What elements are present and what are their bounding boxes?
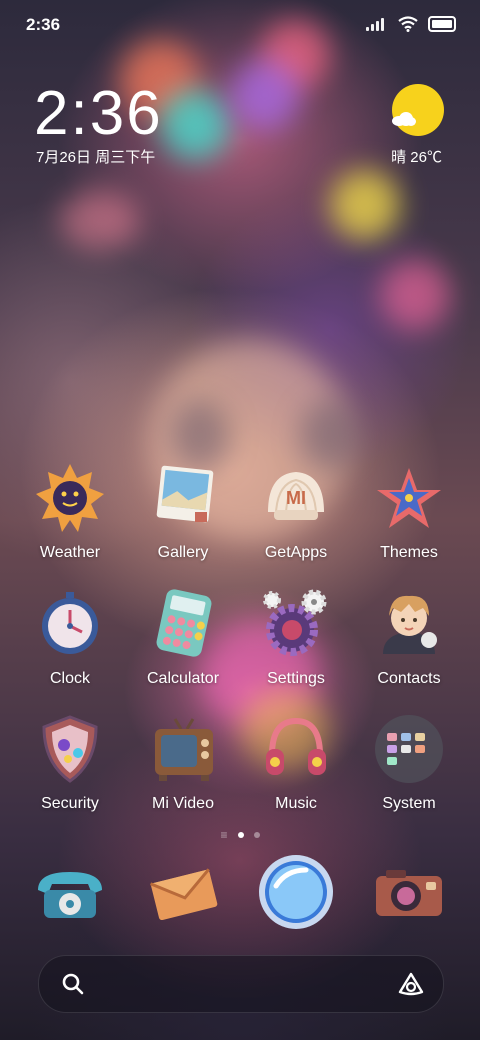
app-music[interactable]: Music (240, 713, 352, 813)
app-label: Mi Video (152, 795, 214, 812)
app-label: Weather (39, 544, 101, 561)
clock-widget-date: 7月26日 周三下午 (36, 149, 156, 166)
menu-lines-icon: ≡ (220, 828, 228, 842)
app-label: GetApps (264, 544, 328, 561)
security-shield-icon (34, 713, 106, 785)
search-bar[interactable] (38, 955, 444, 1013)
getapps-shell-icon: MI (260, 462, 332, 534)
app-label: Security (41, 795, 99, 812)
dock-phone[interactable] (30, 850, 110, 930)
gallery-photo-icon (147, 462, 219, 534)
app-label: Contacts (377, 670, 441, 687)
app-settings[interactable]: Settings (240, 588, 352, 688)
assistant-icon[interactable] (397, 970, 425, 998)
app-label: Settings (267, 670, 325, 687)
app-getapps[interactable]: MI GetApps (240, 462, 352, 562)
app-security[interactable]: Security (14, 713, 126, 813)
status-bar: 2:36 (0, 0, 480, 50)
clock-widget-time[interactable]: 2:36 (34, 78, 163, 149)
page-dot-active (237, 832, 244, 838)
calculator-icon (147, 588, 219, 660)
browser-circle-icon (259, 855, 333, 929)
page-dot (253, 832, 260, 838)
dock-messages[interactable] (144, 850, 224, 930)
envelope-icon (149, 868, 218, 921)
app-weather[interactable]: Weather (14, 462, 126, 562)
weather-widget-text: 晴 26℃ (391, 149, 442, 166)
page-indicator[interactable]: ≡ (0, 828, 480, 842)
app-mi-video[interactable]: Mi Video (127, 713, 239, 813)
app-label: System (382, 795, 436, 812)
status-icons (366, 16, 456, 32)
system-folder-icon (373, 713, 445, 785)
svg-text:MI: MI (286, 488, 306, 508)
dock-camera[interactable] (370, 852, 450, 932)
headphones-icon (260, 713, 332, 785)
app-themes[interactable]: Themes (353, 462, 465, 562)
app-contacts[interactable]: Contacts (353, 588, 465, 688)
app-system-folder[interactable]: System (353, 713, 465, 813)
weather-sun-icon[interactable] (392, 84, 444, 136)
contacts-avatar-icon (373, 588, 445, 660)
weather-sun-icon (34, 462, 106, 534)
app-label: Themes (380, 544, 438, 561)
app-clock[interactable]: Clock (14, 588, 126, 688)
settings-gear-icon (260, 588, 332, 660)
search-icon[interactable] (61, 972, 85, 996)
wifi-icon (398, 16, 418, 32)
app-label: Clock (49, 670, 90, 687)
dock-browser[interactable] (256, 852, 336, 932)
cloud-icon (392, 112, 416, 126)
signal-icon (366, 17, 388, 31)
tv-icon (147, 713, 219, 785)
app-calculator[interactable]: Calculator (127, 588, 239, 688)
app-gallery[interactable]: Gallery (127, 462, 239, 562)
battery-icon (428, 16, 456, 32)
telephone-icon (38, 872, 102, 918)
app-label: Music (275, 795, 317, 812)
clock-icon (34, 588, 106, 660)
camera-icon (376, 870, 442, 916)
app-label: Calculator (146, 670, 220, 687)
app-label: Gallery (157, 544, 209, 561)
status-time: 2:36 (26, 15, 61, 34)
themes-starfish-icon (373, 462, 445, 534)
